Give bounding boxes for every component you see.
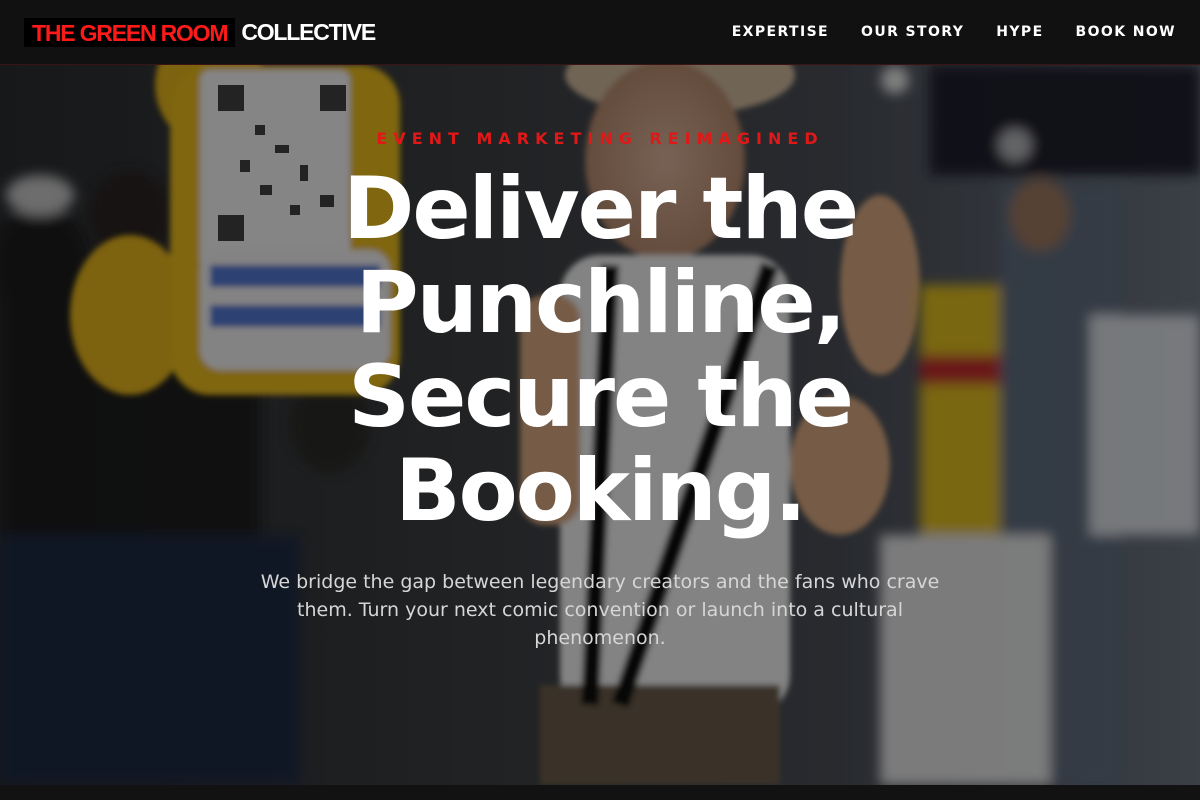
main-nav: EXPERTISE OUR STORY HYPE BOOK NOW — [700, 24, 1176, 40]
hero-subtext: We bridge the gap between legendary crea… — [260, 571, 940, 649]
nav-link-hype[interactable]: HYPE — [996, 24, 1043, 40]
site-header: THE GREEN ROOM COLLECTIVE EXPERTISE OUR … — [0, 0, 1200, 65]
nav-link-our-story[interactable]: OUR STORY — [861, 24, 964, 40]
next-section-edge — [0, 785, 1200, 800]
logo[interactable]: THE GREEN ROOM COLLECTIVE — [24, 17, 376, 47]
hero-content: EVENT MARKETING REIMAGINED Deliver the P… — [0, 65, 1200, 785]
hero-headline: Deliver the Punchline, Secure the Bookin… — [342, 159, 859, 541]
logo-text-white: COLLECTIVE — [241, 19, 376, 45]
hero-eyebrow: EVENT MARKETING REIMAGINED — [376, 129, 824, 148]
nav-link-expertise[interactable]: EXPERTISE — [732, 24, 829, 40]
nav-link-book-now[interactable]: BOOK NOW — [1076, 24, 1176, 40]
hero-section: EVENT MARKETING REIMAGINED Deliver the P… — [0, 65, 1200, 785]
logo-text-red: THE GREEN ROOM — [24, 17, 236, 47]
